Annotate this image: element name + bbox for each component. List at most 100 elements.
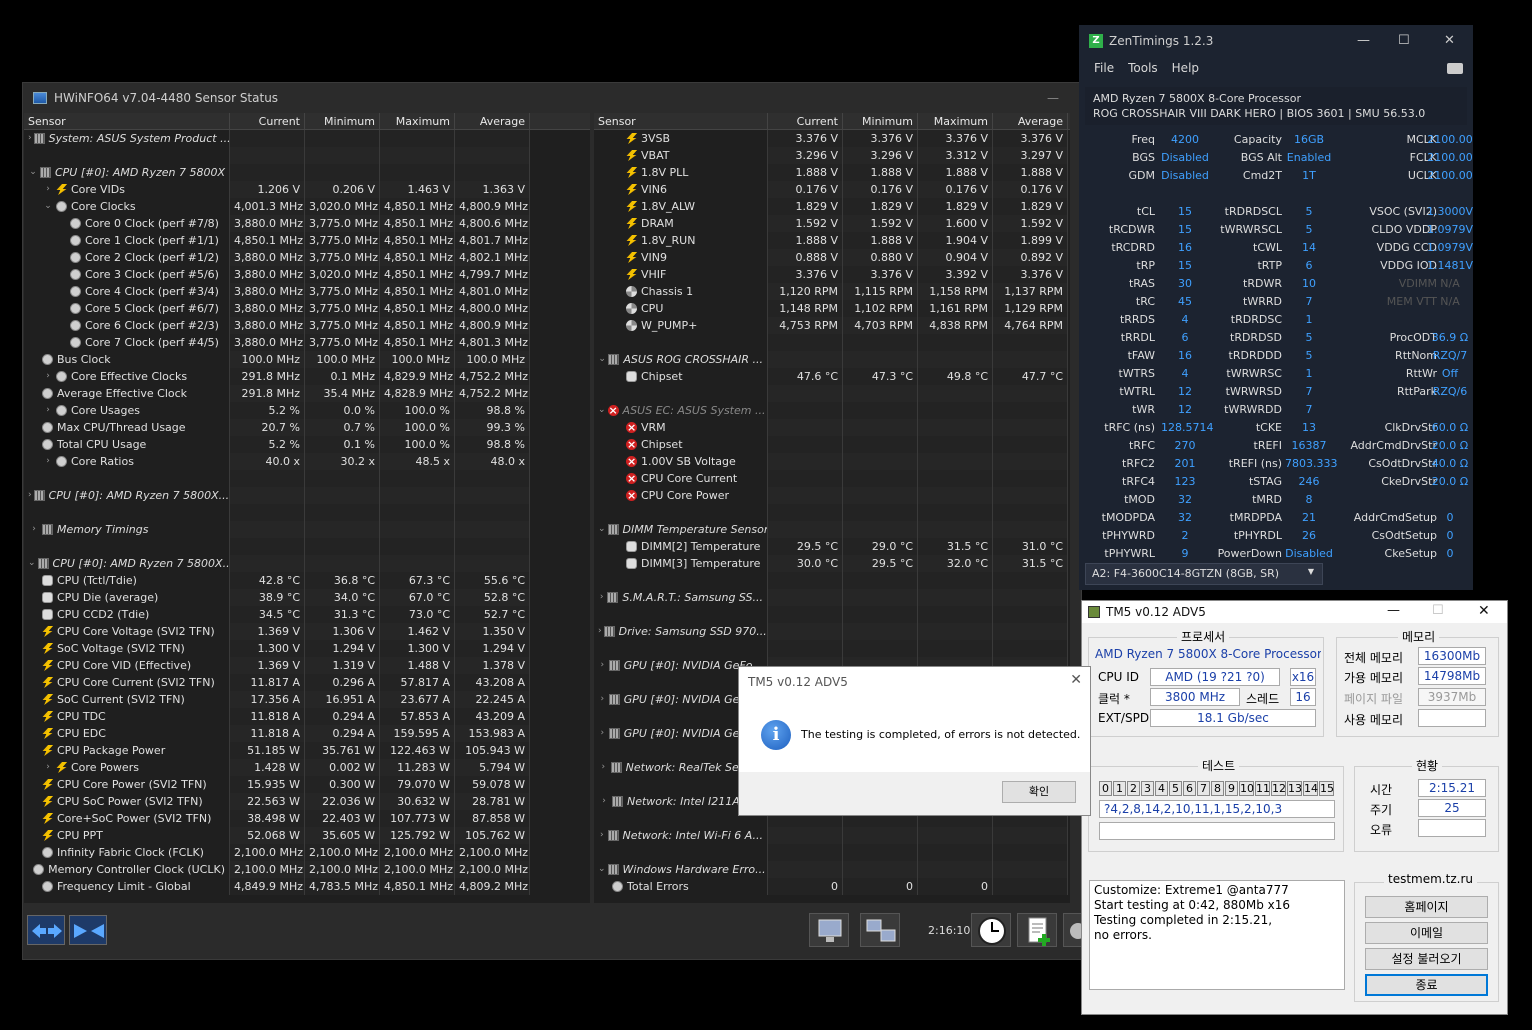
sensor-row[interactable]: CPU Core VID (Effective) 1.369 V 1.319 V 1.… (24, 657, 590, 674)
sensor-group-row[interactable]: › CPU [#0]: AMD Ryzen 7 5800X... (24, 487, 590, 504)
test-number-cell[interactable]: 14 (1303, 781, 1318, 796)
chevron-down-icon[interactable]: ⌄ (598, 521, 606, 538)
sensor-row[interactable]: Total Errors 0 0 0 (594, 878, 1070, 895)
sensor-row[interactable]: VIN6 0.176 V 0.176 V 0.176 V 0.176 V (594, 181, 1070, 198)
sensor-row[interactable]: Core 6 Clock (perf #2/3) 3,880.0 MHz 3,775… (24, 317, 590, 334)
settings-icon[interactable] (1063, 913, 1086, 947)
chevron-right-icon[interactable]: › (42, 368, 54, 385)
ok-button[interactable]: 확인 (1002, 781, 1076, 803)
sensor-row[interactable]: 1.8V_ALW 1.829 V 1.829 V 1.829 V 1.829 V (594, 198, 1070, 215)
homepage-button[interactable]: 홈페이지 (1365, 896, 1488, 918)
sensor-row[interactable]: Frequency Limit - Global 4,849.9 MHz 4,783… (24, 878, 590, 895)
sensor-row[interactable]: › Core Ratios 40.0 x 30.2 x 48.5 x 48.0 x (24, 453, 590, 470)
sensor-row[interactable]: Bus Clock 100.0 MHz 100.0 MHz 100.0 MHz 100.… (24, 351, 590, 368)
report-icon[interactable] (1017, 913, 1057, 947)
chevron-right-icon[interactable]: › (598, 623, 602, 640)
menu-tools[interactable]: Tools (1128, 61, 1158, 75)
chevron-right-icon[interactable]: › (598, 827, 606, 844)
chevron-right-icon[interactable]: › (598, 691, 607, 708)
test-number-cell[interactable]: 0 (1099, 781, 1112, 796)
sensor-row[interactable]: CPU Core Current (SVI2 TFN) 11.817 A 0.296… (24, 674, 590, 691)
col-header[interactable]: Minimum (843, 113, 918, 129)
sensor-row[interactable]: Total CPU Usage 5.2 % 0.1 % 100.0 % 98.8 % (24, 436, 590, 453)
sensor-row[interactable]: CPU Core Power (594, 487, 1070, 504)
minimize-icon[interactable]: — (1357, 33, 1370, 48)
sensor-row[interactable]: W_PUMP+ 4,753 RPM 4,703 RPM 4,838 RPM 4,764 … (594, 317, 1070, 334)
minimize-button[interactable]: — (1047, 91, 1059, 105)
sensor-row[interactable]: DRAM 1.592 V 1.592 V 1.600 V 1.592 V (594, 215, 1070, 232)
sensor-group-row[interactable]: ⌄ DIMM Temperature Sensor (594, 521, 1070, 538)
sensor-row[interactable]: VHIF 3.376 V 3.376 V 3.392 V 3.376 V (594, 266, 1070, 283)
sensor-row[interactable]: DIMM[2] Temperature 29.5 °C 29.0 °C 31.5 °C… (594, 538, 1070, 555)
sensor-row[interactable]: VIN9 0.888 V 0.880 V 0.904 V 0.892 V (594, 249, 1070, 266)
chevron-down-icon[interactable]: ⌄ (42, 198, 54, 215)
col-header[interactable]: Sensor (594, 113, 768, 129)
module-select[interactable]: A2: F4-3600C14-8GTZN (8GB, SR) ▼ (1085, 563, 1323, 585)
test-number-cell[interactable]: 9 (1225, 781, 1238, 796)
chevron-right-icon[interactable]: › (598, 589, 605, 606)
sensor-row[interactable]: CPU Core Voltage (SVI2 TFN) 1.369 V 1.306 … (24, 623, 590, 640)
nav-collapse-icon[interactable] (69, 915, 107, 945)
test-number-cell[interactable]: 4 (1155, 781, 1168, 796)
col-header[interactable]: Maximum (380, 113, 455, 129)
sensor-group-row[interactable]: ⌄ Windows Hardware Erro... (594, 861, 1070, 878)
chevron-right-icon[interactable]: › (28, 487, 32, 504)
sensor-row[interactable]: › Core Effective Clocks 291.8 MHz 0.1 MHz 4,… (24, 368, 590, 385)
sensor-row[interactable]: CPU SoC Power (SVI2 TFN) 22.563 W 22.036 W… (24, 793, 590, 810)
maximize-icon[interactable]: ☐ (1398, 33, 1410, 48)
menu-file[interactable]: File (1094, 61, 1114, 75)
sensor-row[interactable]: CPU Die (average) 38.9 °C 34.0 °C 67.0 °C 52… (24, 589, 590, 606)
chevron-right-icon[interactable]: › (598, 759, 609, 776)
test-number-cell[interactable]: 15 (1319, 781, 1334, 796)
sensor-row[interactable]: Average Effective Clock 291.8 MHz 35.4 MHz… (24, 385, 590, 402)
sensor-group-row[interactable]: ⌄ ASUS EC: ASUS System ... (594, 402, 1070, 419)
chevron-right-icon[interactable]: › (598, 725, 607, 742)
chevron-right-icon[interactable]: › (28, 521, 40, 538)
sensor-row[interactable]: Core 0 Clock (perf #7/8) 3,880.0 MHz 3,775… (24, 215, 590, 232)
monitor-icon[interactable] (809, 913, 849, 947)
sensor-group-row[interactable]: ⌄ CPU [#0]: AMD Ryzen 7 5800X... (24, 555, 590, 572)
sensor-row[interactable]: SoC Voltage (SVI2 TFN) 1.300 V 1.294 V 1.30… (24, 640, 590, 657)
test-number-cell[interactable]: 5 (1169, 781, 1182, 796)
sensor-row[interactable]: SoC Current (SVI2 TFN) 17.356 A 16.951 A 23… (24, 691, 590, 708)
close-icon[interactable]: ✕ (1070, 672, 1082, 688)
col-header[interactable]: Current (230, 113, 305, 129)
camera-icon[interactable] (1447, 63, 1463, 74)
nav-left-right-icon[interactable] (27, 915, 65, 945)
clock-icon[interactable] (971, 913, 1011, 947)
chevron-down-icon[interactable]: ⌄ (598, 861, 606, 878)
sensor-row[interactable]: CPU Package Power 51.185 W 35.761 W 122.463… (24, 742, 590, 759)
exit-button[interactable]: 종료 (1365, 974, 1488, 996)
sensor-row[interactable]: Core+SoC Power (SVI2 TFN) 38.498 W 22.403 … (24, 810, 590, 827)
chevron-right-icon[interactable]: › (598, 793, 610, 810)
sensor-group-row[interactable]: › Network: Intel Wi-Fi 6 A... (594, 827, 1070, 844)
sensor-row[interactable]: CPU TDC 11.818 A 0.294 A 57.853 A 43.209 A (24, 708, 590, 725)
test-number-cell[interactable]: 2 (1127, 781, 1140, 796)
sensor-row[interactable]: Core 3 Clock (perf #5/6) 3,880.0 MHz 3,020… (24, 266, 590, 283)
sensor-row[interactable]: CPU PPT 52.068 W 35.605 W 125.792 W 105.762 … (24, 827, 590, 844)
sensor-row[interactable]: › Core Usages 5.2 % 0.0 % 100.0 % 98.8 % (24, 402, 590, 419)
sensor-group-row[interactable]: › Memory Timings (24, 521, 590, 538)
load-settings-button[interactable]: 설정 불러오기 (1365, 948, 1488, 970)
sensor-row[interactable]: › Core VIDs 1.206 V 0.206 V 1.463 V 1.363 V (24, 181, 590, 198)
col-header[interactable]: Average (993, 113, 1068, 129)
chevron-right-icon[interactable]: › (598, 657, 607, 674)
sensor-row[interactable]: DIMM[3] Temperature 30.0 °C 29.5 °C 32.0 °C… (594, 555, 1070, 572)
sensor-row[interactable]: 3VSB 3.376 V 3.376 V 3.376 V 3.376 V (594, 130, 1070, 147)
sensor-row[interactable]: CPU 1,148 RPM 1,102 RPM 1,161 RPM 1,129 RPM (594, 300, 1070, 317)
sensor-row[interactable]: ⌄ Core Clocks 4,001.3 MHz 3,020.0 MHz 4,850.… (24, 198, 590, 215)
sensor-row[interactable]: Infinity Fabric Clock (FCLK) 2,100.0 MHz 2… (24, 844, 590, 861)
sensor-row[interactable]: CPU EDC 11.818 A 0.294 A 159.595 A 153.983 A (24, 725, 590, 742)
chevron-down-icon[interactable]: ⌄ (598, 402, 606, 419)
sensor-row[interactable]: CPU (Tctl/Tdie) 42.8 °C 36.8 °C 67.3 °C 55.6… (24, 572, 590, 589)
sensor-group-row[interactable]: ⌄ ASUS ROG CROSSHAIR ... (594, 351, 1070, 368)
sensor-row[interactable]: Chipset (594, 436, 1070, 453)
sensor-group-row[interactable]: › System: ASUS System Product ... (24, 130, 590, 147)
sensor-row[interactable]: CPU CCD2 (Tdie) 34.5 °C 31.3 °C 73.0 °C 52.7… (24, 606, 590, 623)
sensor-row[interactable]: 1.00V SB Voltage (594, 453, 1070, 470)
sensor-row[interactable]: › Core Powers 1.428 W 0.002 W 11.283 W 5.794 … (24, 759, 590, 776)
chevron-right-icon[interactable]: › (42, 181, 54, 198)
sensor-row[interactable]: Max CPU/Thread Usage 20.7 % 0.7 % 100.0 % 99… (24, 419, 590, 436)
menu-help[interactable]: Help (1172, 61, 1199, 75)
test-number-cell[interactable]: 3 (1141, 781, 1154, 796)
